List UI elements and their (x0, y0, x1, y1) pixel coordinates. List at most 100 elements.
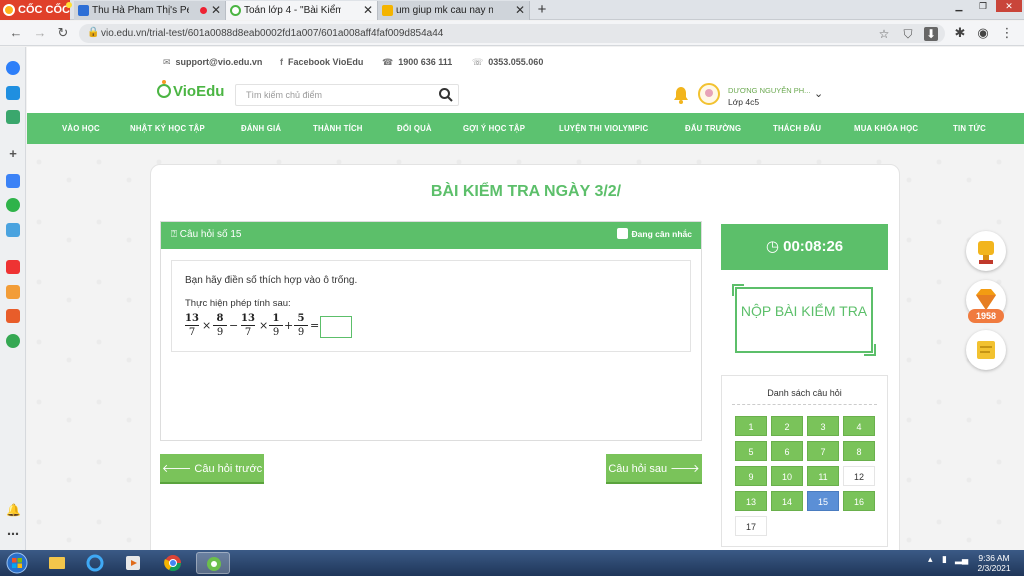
chrome-icon[interactable] (156, 552, 190, 574)
scroll-icon[interactable] (966, 330, 1006, 370)
question-number-button[interactable]: 15 (807, 491, 839, 511)
support-email[interactable]: ✉ support@vio.edu.vn (163, 57, 262, 68)
more-icon[interactable]: ⋯ (6, 527, 20, 541)
question-number-button[interactable]: 13 (735, 491, 767, 511)
reload-icon[interactable]: ↻ (56, 26, 70, 40)
windows-start-icon[interactable] (2, 551, 32, 575)
nav-item[interactable]: LUYỆN THI VIOLYMPIC (559, 113, 648, 144)
chevron-down-icon[interactable]: ⌄ (814, 87, 823, 100)
game-icon[interactable] (6, 110, 20, 124)
green-app-icon[interactable] (6, 198, 20, 212)
hotline-2[interactable]: ☏ 0353.055.060 (472, 57, 543, 68)
new-tab-button[interactable]: + (533, 1, 551, 19)
answer-input[interactable] (320, 316, 352, 338)
nav-item[interactable]: MUA KHÓA HỌC (854, 113, 918, 144)
restore-icon[interactable]: ❐ (972, 0, 994, 12)
hotline-1[interactable]: ☎ 1900 636 111 (382, 57, 452, 68)
question-number-button[interactable]: 9 (735, 466, 767, 486)
question-number-button[interactable]: 5 (735, 441, 767, 461)
next-question-button[interactable]: Câu hỏi sau 🡒 (606, 454, 702, 484)
prev-question-button[interactable]: 🡐 Câu hỏi trước (160, 454, 264, 484)
nav-item[interactable]: NHẬT KÝ HỌC TẬP (130, 113, 205, 144)
consider-checkbox[interactable] (616, 228, 628, 239)
fraction: 19 (269, 313, 283, 339)
question-number-button[interactable]: 6 (771, 441, 803, 461)
add-icon[interactable]: + (6, 147, 20, 161)
extensions-icon[interactable]: ✱ (952, 25, 968, 41)
arrow-right-icon: 🡒 (667, 463, 700, 475)
question-list-title: Danh sách câu hỏi (767, 388, 842, 398)
news-icon[interactable] (6, 309, 20, 323)
fraction: 89 (213, 313, 227, 339)
search-input[interactable] (236, 85, 432, 105)
translate-icon[interactable] (6, 174, 20, 188)
tab-title: um giup mk cau nay nhe cầu (396, 5, 493, 16)
maps-icon[interactable] (6, 334, 20, 348)
question-number-button[interactable]: 7 (807, 441, 839, 461)
question-number-button[interactable]: 4 (843, 416, 875, 436)
nav-item[interactable]: ĐẤU TRƯỜNG (685, 113, 741, 144)
network-icon[interactable]: ▂▄ (955, 554, 968, 565)
download-icon[interactable]: ⬇ (924, 27, 938, 41)
consider-flag[interactable]: Đang cân nhắc (616, 228, 692, 239)
close-tab-icon[interactable]: ✕ (211, 1, 221, 20)
address-bar[interactable]: 🔒 vio.edu.vn/trial-test/601a0088d8eab000… (79, 24, 945, 43)
action-center-icon[interactable]: ▮ (942, 554, 947, 565)
question-number-button[interactable]: 1 (735, 416, 767, 436)
submit-test-button[interactable]: NỘP BÀI KIỂM TRA (732, 284, 876, 356)
menu-icon[interactable]: ⋮ (999, 25, 1015, 41)
close-tab-icon[interactable]: ✕ (515, 1, 525, 20)
nav-item[interactable]: THÁCH ĐẤU (773, 113, 821, 144)
internet-explorer-icon[interactable] (78, 552, 112, 574)
back-icon[interactable]: ← (9, 26, 23, 40)
shopping-icon[interactable] (6, 285, 20, 299)
question-number-button[interactable]: 2 (771, 416, 803, 436)
question-number-button[interactable]: 17 (735, 516, 767, 536)
shield-icon[interactable]: ⛉ (901, 27, 915, 41)
question-circle-icon: ⍰ (171, 229, 180, 240)
user-name[interactable]: DƯƠNG NGUYỄN PH... (728, 86, 810, 95)
nav-item[interactable]: ĐỔI QUÀ (397, 113, 432, 144)
nav-item[interactable]: THÀNH TÍCH (313, 113, 363, 144)
question-number-button[interactable]: 12 (843, 466, 875, 486)
show-hidden-icons[interactable]: ▴ (928, 554, 933, 565)
nav-item[interactable]: GỢI Ý HỌC TẬP (463, 113, 525, 144)
close-tab-icon[interactable]: ✕ (363, 1, 373, 20)
taskbar-clock[interactable]: 9:36 AM 2/3/2021 (974, 553, 1014, 573)
browser-tab-2[interactable]: Toán lớp 4 - "Bài Kiểm tra ng ✕ (226, 1, 378, 20)
browser-tab-1[interactable]: Thu Hà Pham Thị's Person ✕ (74, 1, 226, 20)
messenger-icon[interactable] (6, 61, 20, 75)
forward-icon[interactable]: → (33, 26, 47, 40)
browser-sidebar: + 🔔 ⋯ (0, 47, 26, 550)
close-window-icon[interactable]: ✕ (996, 0, 1022, 12)
nav-item[interactable]: ĐÁNH GIÁ (241, 113, 281, 144)
bell-icon[interactable]: 🔔 (6, 503, 21, 517)
file-explorer-icon[interactable] (40, 552, 74, 574)
coccoc-taskbar-icon[interactable] (196, 552, 230, 574)
question-number-button[interactable]: 8 (843, 441, 875, 461)
avatar[interactable] (698, 83, 720, 105)
bookmark-star-icon[interactable]: ☆ (877, 27, 891, 41)
question-number-button[interactable]: 10 (771, 466, 803, 486)
question-number-button[interactable]: 16 (843, 491, 875, 511)
trophy-icon[interactable] (966, 231, 1006, 271)
nav-item[interactable]: TIN TỨC (953, 113, 986, 144)
browser-brand[interactable]: CỐC CỐC (0, 0, 70, 20)
main-nav: VÀO HỌC NHẬT KÝ HỌC TẬP ĐÁNH GIÁ THÀNH T… (27, 113, 1024, 144)
zalo-icon[interactable] (6, 86, 20, 100)
question-number-button[interactable]: 11 (807, 466, 839, 486)
minimize-icon[interactable]: ▁ (948, 0, 970, 12)
operator: + (284, 319, 294, 332)
search-icon[interactable] (438, 87, 454, 103)
profile-icon[interactable]: ◉ (975, 25, 991, 41)
nav-item[interactable]: VÀO HỌC (62, 113, 100, 144)
vioedu-logo[interactable]: VioEdu (157, 80, 224, 100)
browser-tab-3[interactable]: um giup mk cau nay nhe cầu ✕ (378, 1, 530, 20)
vtv-icon[interactable] (6, 260, 20, 274)
notification-bell-icon[interactable] (673, 86, 689, 104)
media-player-icon[interactable] (116, 552, 150, 574)
question-number-button[interactable]: 3 (807, 416, 839, 436)
facebook-link[interactable]: f Facebook VioEdu (280, 57, 363, 67)
sky-app-icon[interactable] (6, 223, 20, 237)
question-number-button[interactable]: 14 (771, 491, 803, 511)
